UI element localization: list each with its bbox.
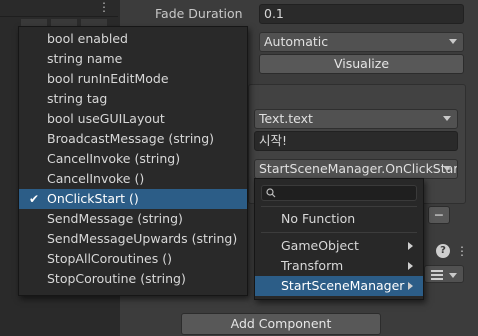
menu-item-label: OnClickStart (): [47, 191, 139, 206]
submenu-search-input[interactable]: [261, 185, 417, 201]
list-icon: [431, 270, 443, 272]
remove-button[interactable]: −: [428, 206, 450, 224]
menu-item-label: StopAllCoroutines (): [47, 251, 172, 266]
menu-item[interactable]: BroadcastMessage (string): [19, 129, 247, 149]
menu-item-label: string name: [47, 51, 123, 66]
function-value: Text.text: [259, 111, 313, 126]
menu-item[interactable]: SendMessage (string): [19, 209, 247, 229]
menu-item-label: bool useGUILayout: [47, 111, 165, 126]
more-icon[interactable]: ⋮: [456, 244, 468, 258]
menu-item[interactable]: string tag: [19, 89, 247, 109]
onclick-function-dropdown[interactable]: StartSceneManager.OnClickStar: [254, 159, 458, 179]
menu-item-label: CancelInvoke (): [47, 171, 145, 186]
submenu-item-label: Transform: [281, 258, 344, 273]
menu-item-label: StopCoroutine (string): [47, 271, 186, 286]
search-icon: [266, 188, 276, 198]
visualize-button[interactable]: Visualize: [259, 54, 464, 74]
list-options-dropdown[interactable]: [424, 265, 464, 283]
menu-item-selected[interactable]: ✔ OnClickStart (): [19, 189, 247, 209]
onclick-function-value: StartSceneManager.OnClickStar: [259, 161, 458, 176]
chevron-down-icon: [449, 39, 457, 44]
menu-item-label: SendMessage (string): [47, 211, 183, 226]
menu-item[interactable]: SendMessageUpwards (string): [19, 229, 247, 249]
menu-item-label: CancelInvoke (string): [47, 151, 181, 166]
more-icon[interactable]: ⋮: [98, 0, 110, 14]
chevron-down-icon: [443, 166, 451, 171]
menu-item-label: bool enabled: [47, 31, 128, 46]
text-value-field[interactable]: 시작!: [254, 131, 458, 151]
navigation-value: Automatic: [264, 34, 329, 49]
submenu-item-startscenemanager[interactable]: StartSceneManager: [255, 276, 423, 296]
menu-item[interactable]: StopAllCoroutines (): [19, 249, 247, 269]
fade-duration-field[interactable]: 0.1: [259, 4, 464, 24]
navigation-dropdown[interactable]: Automatic: [259, 32, 464, 52]
menu-item-label: bool runInEditMode: [47, 71, 169, 86]
submenu-item-transform[interactable]: Transform: [255, 256, 423, 276]
list-icon-line: [431, 274, 443, 276]
add-component-button[interactable]: Add Component: [181, 313, 381, 335]
menu-item-label: SendMessageUpwards (string): [47, 231, 238, 246]
divider: [261, 232, 417, 233]
chevron-right-icon: [408, 262, 413, 270]
checkmark-icon: ✔: [29, 192, 40, 206]
function-menu: bool enabled string name bool runInEditM…: [18, 26, 248, 296]
menu-item[interactable]: bool enabled: [19, 29, 247, 49]
target-submenu: No Function GameObject Transform StartSc…: [254, 178, 424, 300]
divider: [261, 206, 417, 207]
submenu-item-label: GameObject: [281, 238, 359, 253]
submenu-item-label: StartSceneManager: [281, 278, 405, 293]
chevron-down-icon: [443, 116, 451, 121]
menu-item[interactable]: string name: [19, 49, 247, 69]
submenu-item-gameobject[interactable]: GameObject: [255, 236, 423, 256]
menu-item[interactable]: CancelInvoke (string): [19, 149, 247, 169]
fade-duration-label: Fade Duration: [155, 6, 243, 21]
no-function-item[interactable]: No Function: [255, 209, 423, 229]
menu-item-label: BroadcastMessage (string): [47, 131, 215, 146]
chevron-down-icon: [449, 273, 457, 278]
list-icon-line: [431, 278, 443, 280]
menu-item[interactable]: CancelInvoke (): [19, 169, 247, 189]
chevron-right-icon: [408, 282, 413, 290]
submenu-item-label: No Function: [281, 211, 356, 226]
chevron-right-icon: [408, 242, 413, 250]
menu-item[interactable]: bool runInEditMode: [19, 69, 247, 89]
function-dropdown[interactable]: Text.text: [254, 109, 458, 129]
menu-item[interactable]: bool useGUILayout: [19, 109, 247, 129]
menu-item-label: string tag: [47, 91, 108, 106]
help-icon[interactable]: ?: [436, 244, 450, 258]
menu-item[interactable]: StopCoroutine (string): [19, 269, 247, 289]
